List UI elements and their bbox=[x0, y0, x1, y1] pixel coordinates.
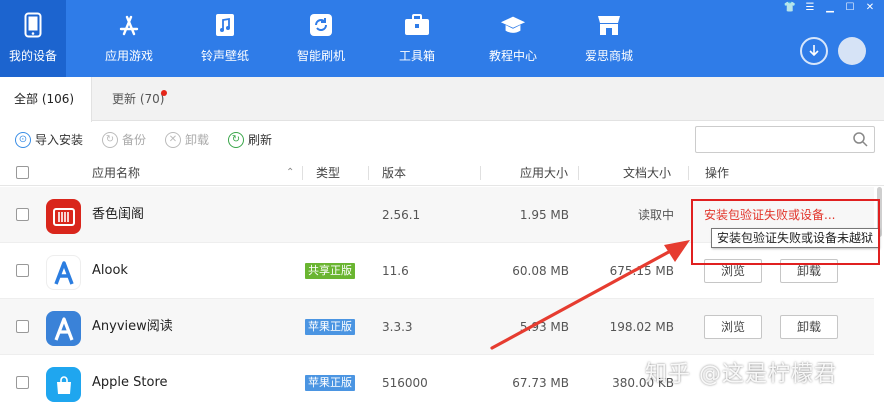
toolbox-icon bbox=[404, 12, 430, 38]
nav-label: 爱思商城 bbox=[584, 49, 633, 63]
type-badge: 共享正版 bbox=[305, 263, 355, 279]
row-checkbox[interactable] bbox=[16, 264, 29, 277]
table-row[interactable]: Anyview阅读 苹果正版 3.3.3 5.93 MB 198.02 MB 浏… bbox=[0, 299, 874, 355]
tab-label: 全部 (106) bbox=[14, 92, 75, 106]
nav-my-device[interactable]: 我的设备 bbox=[0, 0, 66, 77]
phone-icon bbox=[20, 12, 46, 38]
annotation-highlight-box bbox=[691, 199, 880, 265]
row-checkbox[interactable] bbox=[16, 208, 29, 221]
nav-label: 教程中心 bbox=[488, 49, 537, 63]
doc-size: 198.02 MB bbox=[609, 320, 674, 334]
header-divider bbox=[688, 166, 689, 180]
app-version: 11.6 bbox=[382, 264, 409, 278]
search-icon[interactable] bbox=[852, 131, 868, 147]
app-name: Anyview阅读 bbox=[92, 319, 173, 334]
tool-label: 卸载 bbox=[185, 133, 210, 147]
app-version: 516000 bbox=[382, 376, 428, 390]
app-size: 5.93 MB bbox=[519, 320, 569, 334]
uninstall-icon: ✕ bbox=[165, 131, 181, 148]
backup-button[interactable]: ↻ 备份 bbox=[102, 131, 146, 148]
nav-aisi-shop[interactable]: 爱思商城 bbox=[576, 0, 642, 77]
search-input[interactable] bbox=[702, 131, 850, 149]
close-icon[interactable]: ✕ bbox=[862, 1, 878, 15]
refresh-box-icon bbox=[308, 12, 334, 38]
app-icon-apple-store bbox=[46, 367, 81, 402]
header-version[interactable]: 版本 bbox=[382, 160, 406, 186]
backup-icon: ↻ bbox=[102, 131, 118, 148]
header-app-size[interactable]: 应用大小 bbox=[520, 160, 568, 186]
avatar[interactable] bbox=[838, 37, 866, 65]
nav-ringtones-wallpapers[interactable]: 铃声壁纸 bbox=[192, 0, 258, 77]
watermark: 知乎 @这是柠檬君 bbox=[645, 362, 837, 387]
app-version: 2.56.1 bbox=[382, 208, 421, 222]
app-size: 60.08 MB bbox=[512, 264, 569, 278]
app-name: 香色闺阁 bbox=[92, 207, 145, 222]
minimize-icon[interactable]: ▁ bbox=[822, 1, 838, 15]
window-controls: 👕 ☰ ▁ ☐ ✕ bbox=[782, 1, 878, 15]
header-doc-size[interactable]: 文档大小 bbox=[623, 160, 671, 186]
type-badge: 苹果正版 bbox=[305, 375, 355, 391]
skin-icon[interactable]: 👕 bbox=[782, 1, 798, 15]
tool-label: 备份 bbox=[122, 133, 147, 147]
tab-bar: 全部 (106) 更新 (70) bbox=[0, 77, 884, 122]
nav-smart-flash[interactable]: 智能刷机 bbox=[288, 0, 354, 77]
nav-apps-games[interactable]: 应用游戏 bbox=[96, 0, 162, 77]
import-icon: ⊙ bbox=[15, 131, 31, 148]
download-icon[interactable] bbox=[800, 37, 828, 65]
maximize-icon[interactable]: ☐ bbox=[842, 1, 858, 15]
tab-all[interactable]: 全部 (106) bbox=[0, 77, 92, 122]
top-navigation-bar: 我的设备 应用游戏 铃声壁纸 智能刷机 工具箱 教程中心 爱思商城 👕 ☰ ▁ … bbox=[0, 0, 884, 77]
header-divider bbox=[368, 166, 369, 180]
graduation-cap-icon bbox=[500, 12, 526, 38]
select-all-checkbox[interactable] bbox=[16, 166, 29, 179]
search-box bbox=[695, 126, 875, 153]
menu-icon[interactable]: ☰ bbox=[802, 1, 818, 15]
tab-updates[interactable]: 更新 (70) bbox=[112, 77, 172, 121]
app-size: 67.73 MB bbox=[512, 376, 569, 390]
header-type[interactable]: 类型 bbox=[316, 160, 340, 186]
nav-label: 工具箱 bbox=[398, 49, 435, 63]
header-divider bbox=[480, 166, 481, 180]
nav-label: 铃声壁纸 bbox=[200, 49, 249, 63]
tool-label: 刷新 bbox=[248, 133, 273, 147]
refresh-icon: ↻ bbox=[228, 131, 244, 148]
nav-toolbox[interactable]: 工具箱 bbox=[390, 0, 444, 77]
header-divider bbox=[302, 166, 303, 180]
doc-size: 读取中 bbox=[637, 208, 674, 222]
app-name: Apple Store bbox=[92, 375, 168, 390]
header-app-name[interactable]: 应用名称 bbox=[92, 160, 140, 186]
table-header: 应用名称 ⌃ 类型 版本 应用大小 文档大小 操作 bbox=[0, 160, 884, 186]
refresh-button[interactable]: ↻ 刷新 bbox=[228, 131, 272, 148]
app-size: 1.95 MB bbox=[519, 208, 569, 222]
uninstall-toolbar-button[interactable]: ✕ 卸载 bbox=[165, 131, 209, 148]
row-checkbox[interactable] bbox=[16, 376, 29, 389]
nav-label: 我的设备 bbox=[8, 49, 57, 63]
import-install-button[interactable]: ⊙ 导入安装 bbox=[15, 131, 83, 148]
nav-tutorial-center[interactable]: 教程中心 bbox=[480, 0, 546, 77]
nav-label: 智能刷机 bbox=[296, 49, 345, 63]
app-icon-anyview bbox=[46, 311, 81, 346]
browse-button[interactable]: 浏览 bbox=[704, 315, 762, 339]
app-name: Alook bbox=[92, 263, 128, 278]
app-icon-alook bbox=[46, 255, 81, 290]
header-divider bbox=[578, 166, 579, 180]
sort-chevron-icon[interactable]: ⌃ bbox=[286, 160, 294, 186]
app-version: 3.3.3 bbox=[382, 320, 413, 334]
app-store-icon bbox=[116, 12, 142, 38]
music-file-icon bbox=[212, 12, 238, 38]
shop-icon bbox=[596, 12, 622, 38]
uninstall-button[interactable]: 卸载 bbox=[780, 315, 838, 339]
row-checkbox[interactable] bbox=[16, 320, 29, 333]
app-icon-xiangse bbox=[46, 199, 81, 234]
update-badge-dot bbox=[161, 90, 167, 96]
header-action: 操作 bbox=[705, 166, 730, 180]
tool-label: 导入安装 bbox=[35, 133, 84, 147]
nav-label: 应用游戏 bbox=[104, 49, 153, 63]
doc-size: 675.15 MB bbox=[609, 264, 674, 278]
tab-label: 更新 (70) bbox=[112, 92, 165, 106]
type-badge: 苹果正版 bbox=[305, 319, 355, 335]
top-right-actions bbox=[800, 37, 866, 65]
